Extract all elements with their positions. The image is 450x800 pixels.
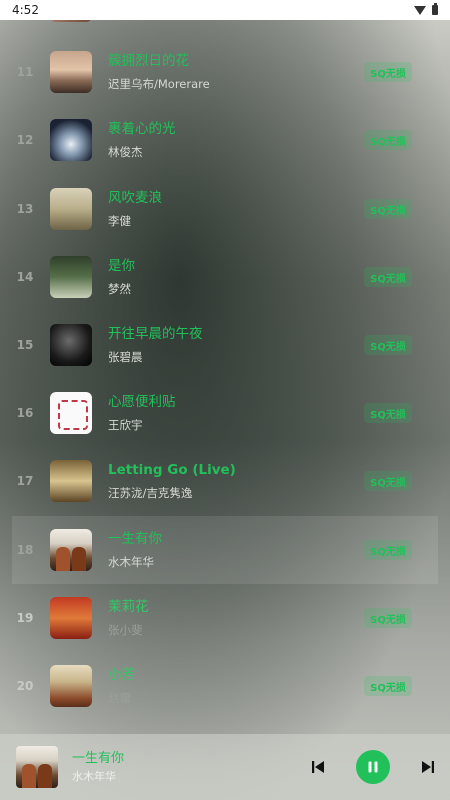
status-time: 4:52 [12,3,39,17]
track-row-current[interactable]: 18 一生有你 水木年华 SQ无损 [12,516,438,584]
quality-badge: SQ无损 [364,62,412,82]
track-row[interactable]: 11 簇拥烈日的花 迟里乌布/Morerare SQ无损 [12,38,438,106]
track-artist: 赵雷 [108,691,131,705]
track-meta: 开往早晨的午夜 张碧晨 [108,325,364,365]
track-artist: 水木年华 [108,555,154,569]
track-artist: 汪苏泷/吉克隽逸 [108,486,193,500]
quality-badge: SQ无损 [364,403,412,423]
mini-player[interactable]: 一生有你 水木年华 [0,734,450,800]
track-title: 风吹麦浪 [108,190,162,206]
wifi-icon [414,5,426,15]
track-meta: Letting Go (Live) 汪苏泷/吉克隽逸 [108,461,364,501]
track-index: 19 [16,611,34,625]
track-artist: 林俊杰 [108,145,143,159]
track-row[interactable]: 19 茉莉花 张小斐 SQ无损 [12,584,438,652]
track-meta: 小芳 赵雷 [108,666,364,706]
now-playing-cover[interactable] [16,746,58,788]
track-index: 12 [16,133,34,147]
track-row[interactable]: 12 裹着心的光 林俊杰 SQ无损 [12,106,438,174]
track-meta: 茉莉花 张小斐 [108,598,364,638]
quality-badge: SQ无损 [364,676,412,696]
status-bar: 4:52 [0,0,450,20]
track-artist: 张小斐 [108,623,143,637]
quality-badge: SQ无损 [364,335,412,355]
track-title: 一生有你 [108,531,162,547]
track-meta: 一生有你 水木年华 [108,530,364,570]
track-index: 13 [16,202,34,216]
track-artist: 迟里乌布/Morerare [108,77,210,91]
now-playing-artist: 水木年华 [72,769,116,783]
track-row[interactable]: 20 小芳 赵雷 SQ无损 [12,652,438,720]
album-cover [50,665,92,707]
quality-badge: SQ无损 [364,608,412,628]
track-artist: 王欣宇 [108,418,143,432]
track-index: 20 [16,679,34,693]
track-meta: 裹着心的光 林俊杰 [108,120,364,160]
track-index: 18 [16,543,34,557]
quality-badge: SQ无损 [364,199,412,219]
album-cover [50,324,92,366]
track-title: 是你 [108,258,135,274]
track-row[interactable]: 13 风吹麦浪 李健 SQ无损 [12,175,438,243]
track-title: 小芳 [108,667,135,683]
album-cover [50,392,92,434]
track-title: 心愿便利贴 [108,394,176,410]
track-index: 16 [16,406,34,420]
now-playing-title: 一生有你 [72,750,125,766]
track-row[interactable]: 15 开往早晨的午夜 张碧晨 SQ无损 [12,311,438,379]
status-icons [414,3,438,15]
previous-button[interactable] [308,757,328,777]
album-cover [50,256,92,298]
track-meta: 是你 梦然 [108,257,364,297]
pause-icon [368,761,378,773]
album-cover [50,119,92,161]
album-cover [50,529,92,571]
album-cover [50,460,92,502]
track-index: 15 [16,338,34,352]
track-artist: 梦然 [108,282,131,296]
next-button[interactable] [418,757,438,777]
track-row[interactable]: 17 Letting Go (Live) 汪苏泷/吉克隽逸 SQ无损 [12,447,438,515]
track-meta: 心愿便利贴 王欣宇 [108,393,364,433]
track-artist: 李健 [108,214,131,228]
track-title: Letting Go (Live) [108,462,236,478]
track-index: 17 [16,474,34,488]
quality-badge: SQ无损 [364,540,412,560]
album-cover [50,188,92,230]
pause-button[interactable] [356,750,390,784]
skip-previous-icon [312,761,324,773]
track-meta: 风吹麦浪 李健 [108,189,364,229]
battery-icon [432,3,438,15]
track-meta: 簇拥烈日的花 迟里乌布/Morerare [108,52,364,92]
album-cover [50,51,92,93]
skip-next-icon [422,761,434,773]
track-title: 茉莉花 [108,599,149,615]
quality-badge: SQ无损 [364,267,412,287]
quality-badge: SQ无损 [364,130,412,150]
album-cover [50,597,92,639]
track-artist: 张碧晨 [108,350,143,364]
track-index: 14 [16,270,34,284]
playback-controls [308,750,450,784]
now-playing-meta[interactable]: 一生有你 水木年华 [72,751,308,784]
track-index: 11 [16,65,34,79]
track-row[interactable]: 14 是你 梦然 SQ无损 [12,243,438,311]
quality-badge: SQ无损 [364,471,412,491]
track-title: 裹着心的光 [108,121,176,137]
track-title: 开往早晨的午夜 [108,326,203,342]
track-title: 簇拥烈日的花 [108,53,189,69]
track-row[interactable]: 16 心愿便利贴 王欣宇 SQ无损 [12,379,438,447]
